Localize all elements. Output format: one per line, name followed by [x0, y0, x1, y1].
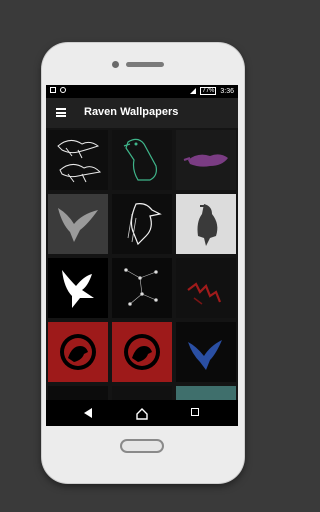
- wallpaper-tile[interactable]: [112, 258, 172, 318]
- partial-wallpaper-thumbnail: [48, 386, 108, 400]
- image-notification-icon: [50, 87, 56, 93]
- wallpaper-tile[interactable]: [112, 194, 172, 254]
- wallpaper-tile[interactable]: [48, 194, 108, 254]
- wallpaper-tile[interactable]: [112, 130, 172, 190]
- grey-flying-raven-thumbnail: [48, 194, 108, 254]
- purple-raven-thumbnail: [176, 130, 236, 190]
- physical-home-button[interactable]: [120, 439, 164, 453]
- wallpaper-tile[interactable]: [112, 386, 172, 400]
- wallpaper-tile[interactable]: [176, 130, 236, 190]
- wallpaper-tile[interactable]: [48, 322, 108, 382]
- two-birds-line-art-thumbnail: [48, 130, 108, 190]
- status-bar: 77% 3:36: [46, 85, 238, 98]
- green-neon-raven-thumbnail: [112, 130, 172, 190]
- constellation-raven-thumbnail: [112, 258, 172, 318]
- clock: 3:36: [220, 87, 234, 95]
- wallpaper-tile[interactable]: [48, 386, 108, 400]
- partial-wallpaper-thumbnail: [176, 386, 236, 400]
- app-toolbar: Raven Wallpapers: [46, 98, 238, 128]
- front-camera-icon: [112, 61, 119, 68]
- partial-wallpaper-thumbnail: [112, 386, 172, 400]
- black-white-raven-sketch-thumbnail: [112, 194, 172, 254]
- recent-square-icon[interactable]: [191, 408, 199, 416]
- red-claw-raven-thumbnail: [176, 258, 236, 318]
- back-triangle-icon[interactable]: [84, 408, 92, 418]
- red-circle-raven-logo-thumbnail: [48, 322, 108, 382]
- home-house-icon[interactable]: [136, 407, 148, 425]
- wallpaper-tile[interactable]: [176, 322, 236, 382]
- raven-on-white-thumbnail: [176, 194, 236, 254]
- red-circle-raven-logo-2-thumbnail: [112, 322, 172, 382]
- navigation-bar: [46, 400, 238, 426]
- wallpaper-tile[interactable]: [176, 386, 236, 400]
- blue-raven-thumbnail: [176, 322, 236, 382]
- wallpaper-tile[interactable]: [176, 258, 236, 318]
- wallpaper-tile[interactable]: [48, 258, 108, 318]
- wallpaper-tile[interactable]: [112, 322, 172, 382]
- signal-icon: [190, 88, 197, 94]
- page-title: Raven Wallpapers: [84, 106, 179, 118]
- app-screen: 77% 3:36 Raven Wallpapers: [46, 85, 238, 426]
- battery-indicator: 77%: [200, 87, 217, 95]
- wallpaper-grid: [46, 128, 238, 400]
- wallpaper-tile[interactable]: [48, 130, 108, 190]
- white-flying-bird-thumbnail: [48, 258, 108, 318]
- wallpaper-tile[interactable]: [176, 194, 236, 254]
- earpiece-speaker: [126, 62, 164, 67]
- hamburger-menu-icon[interactable]: [56, 108, 66, 117]
- shield-notification-icon: [60, 87, 66, 93]
